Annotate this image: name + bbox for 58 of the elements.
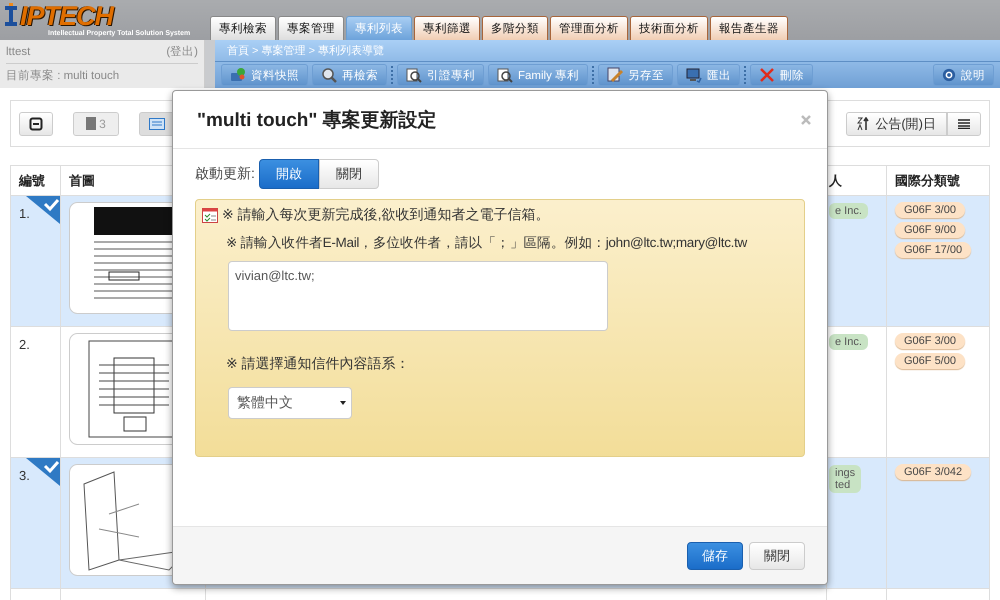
row-number: 1. xyxy=(19,206,30,221)
ipc-tag[interactable]: G06F 3/042 xyxy=(895,464,972,480)
help-icon xyxy=(942,68,956,82)
row-number: 2. xyxy=(19,337,30,352)
sort-icon xyxy=(857,116,870,130)
calendar-icon xyxy=(202,207,218,223)
sort-button[interactable]: 公告(開)日 xyxy=(846,112,947,136)
ipc-tag[interactable]: G06F 3/00 xyxy=(895,202,965,218)
toggle-option[interactable]: 關閉 xyxy=(318,159,379,189)
ipc-tag[interactable]: G06F 17/00 xyxy=(895,242,972,258)
collapse-button[interactable] xyxy=(19,112,53,136)
column-header: 人 xyxy=(829,172,842,190)
nav-tab[interactable]: 報告產生器 xyxy=(710,16,788,40)
caret-icon xyxy=(340,401,346,405)
nav-tab[interactable]: 技術面分析 xyxy=(630,16,708,40)
breadcrumb: 首頁 > 專案管理 > 專利列表導覽 xyxy=(227,44,384,58)
applicant-tag: ings ted xyxy=(829,465,862,493)
document-pen-icon xyxy=(607,67,624,83)
close-button[interactable]: 關閉 xyxy=(749,542,805,570)
column-header: 國際分類號 xyxy=(895,172,960,190)
email-field[interactable]: vivian@ltc.tw; xyxy=(228,261,608,331)
ipc-tag[interactable]: G06F 9/00 xyxy=(895,222,965,238)
applicant-tag: e Inc. xyxy=(829,203,868,219)
delete-icon xyxy=(759,67,776,83)
row-number: 3. xyxy=(19,468,30,483)
toggle-label: 啟動更新: xyxy=(195,165,255,183)
email-hint: ※ 請輸入收件者E-Mail，多位收件者，請以「；」區隔。例如：john@ltc.tw;mary@ltc.tw xyxy=(226,235,747,250)
book-icon xyxy=(86,117,96,130)
user-name: lttest xyxy=(6,46,30,58)
save-button[interactable]: 儲存 xyxy=(687,542,743,570)
camera-icon xyxy=(230,67,246,83)
instruction-text: ※ 請輸入每次更新完成後,欲收到通知者之電子信箱。 xyxy=(222,206,550,224)
nav-tab[interactable]: 專利篩選 xyxy=(414,16,480,40)
search-icon xyxy=(321,67,337,83)
nav-tab[interactable]: 專案管理 xyxy=(278,16,344,40)
language-label: ※ 請選擇通知信件內容語系： xyxy=(226,355,410,371)
toggle-option[interactable]: 開啟 xyxy=(258,159,319,189)
logo-icon xyxy=(4,3,18,29)
ipc-tag[interactable]: G06F 3/00 xyxy=(895,333,965,349)
applicant-tag: e Inc. xyxy=(829,334,868,350)
dialog-title: "multi touch" 專案更新設定 xyxy=(197,108,437,132)
nav-tab[interactable]: 管理面分析 xyxy=(550,16,628,40)
ipc-tag[interactable]: G06F 5/00 xyxy=(895,353,965,369)
document-search-icon xyxy=(497,67,513,83)
column-header: 首圖 xyxy=(69,172,95,190)
minus-square-icon xyxy=(29,116,43,130)
nav-tab[interactable]: 多階分類 xyxy=(482,16,548,40)
nav-tab[interactable]: 專利檢索 xyxy=(210,16,276,40)
menu-button[interactable] xyxy=(947,112,981,136)
current-project: 目前專案 : multi touch xyxy=(6,68,120,83)
monitor-icon xyxy=(686,67,702,83)
document-search-icon xyxy=(406,67,422,83)
menu-icon xyxy=(958,118,970,128)
list-view-icon xyxy=(149,118,165,130)
list-view-button[interactable] xyxy=(139,112,175,136)
logo-text: IPTECH xyxy=(20,2,114,30)
column-header: 編號 xyxy=(19,172,45,190)
language-select[interactable]: 繁體中文 xyxy=(228,387,352,419)
